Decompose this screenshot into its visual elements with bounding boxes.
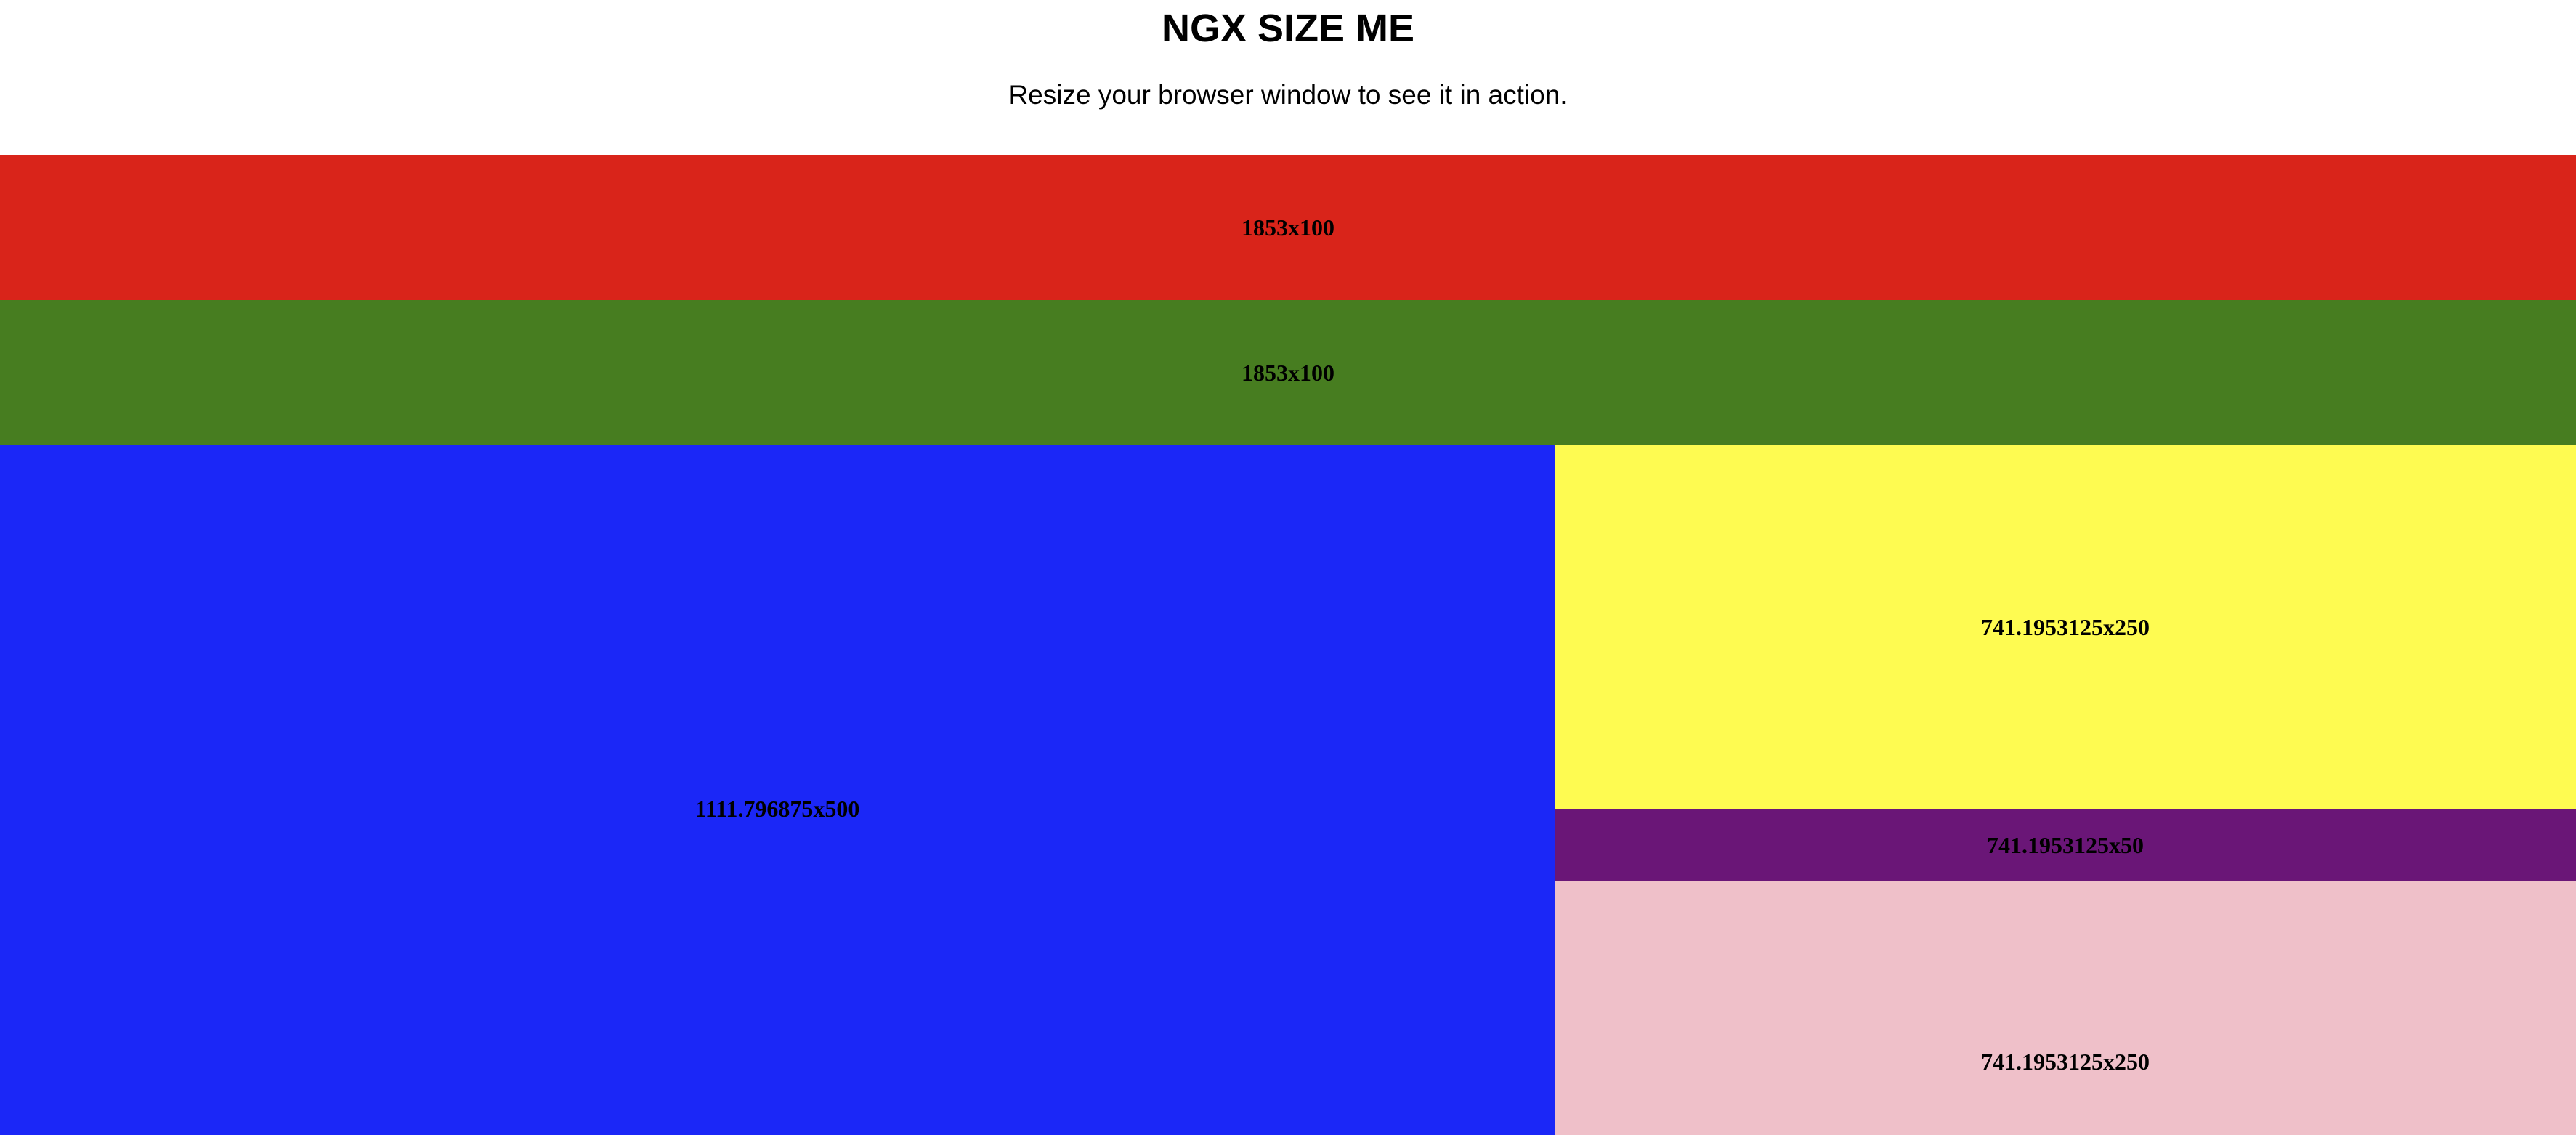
pink-box: 741.1953125x250 <box>1555 881 2576 1135</box>
pink-box-size-label: 741.1953125x250 <box>1981 1049 2150 1075</box>
purple-box: 741.1953125x50 <box>1555 809 2576 881</box>
green-box-size-label: 1853x100 <box>1242 359 1334 386</box>
header: NGX SIZE ME Resize your browser window t… <box>0 0 2576 155</box>
yellow-box: 741.1953125x250 <box>1555 445 2576 809</box>
page-title: NGX SIZE ME <box>1161 7 1415 50</box>
yellow-box-size-label: 741.1953125x250 <box>1981 613 2150 640</box>
purple-box-size-label: 741.1953125x50 <box>1987 831 2144 858</box>
blue-box: 1111.796875x500 <box>0 445 1555 1135</box>
green-box: 1853x100 <box>0 300 2576 445</box>
red-box-size-label: 1853x100 <box>1242 214 1334 241</box>
blue-box-size-label: 1111.796875x500 <box>694 796 860 822</box>
page-subtitle: Resize your browser window to see it in … <box>1008 80 1568 110</box>
red-box: 1853x100 <box>0 155 2576 300</box>
page: NGX SIZE ME Resize your browser window t… <box>0 0 2576 1135</box>
